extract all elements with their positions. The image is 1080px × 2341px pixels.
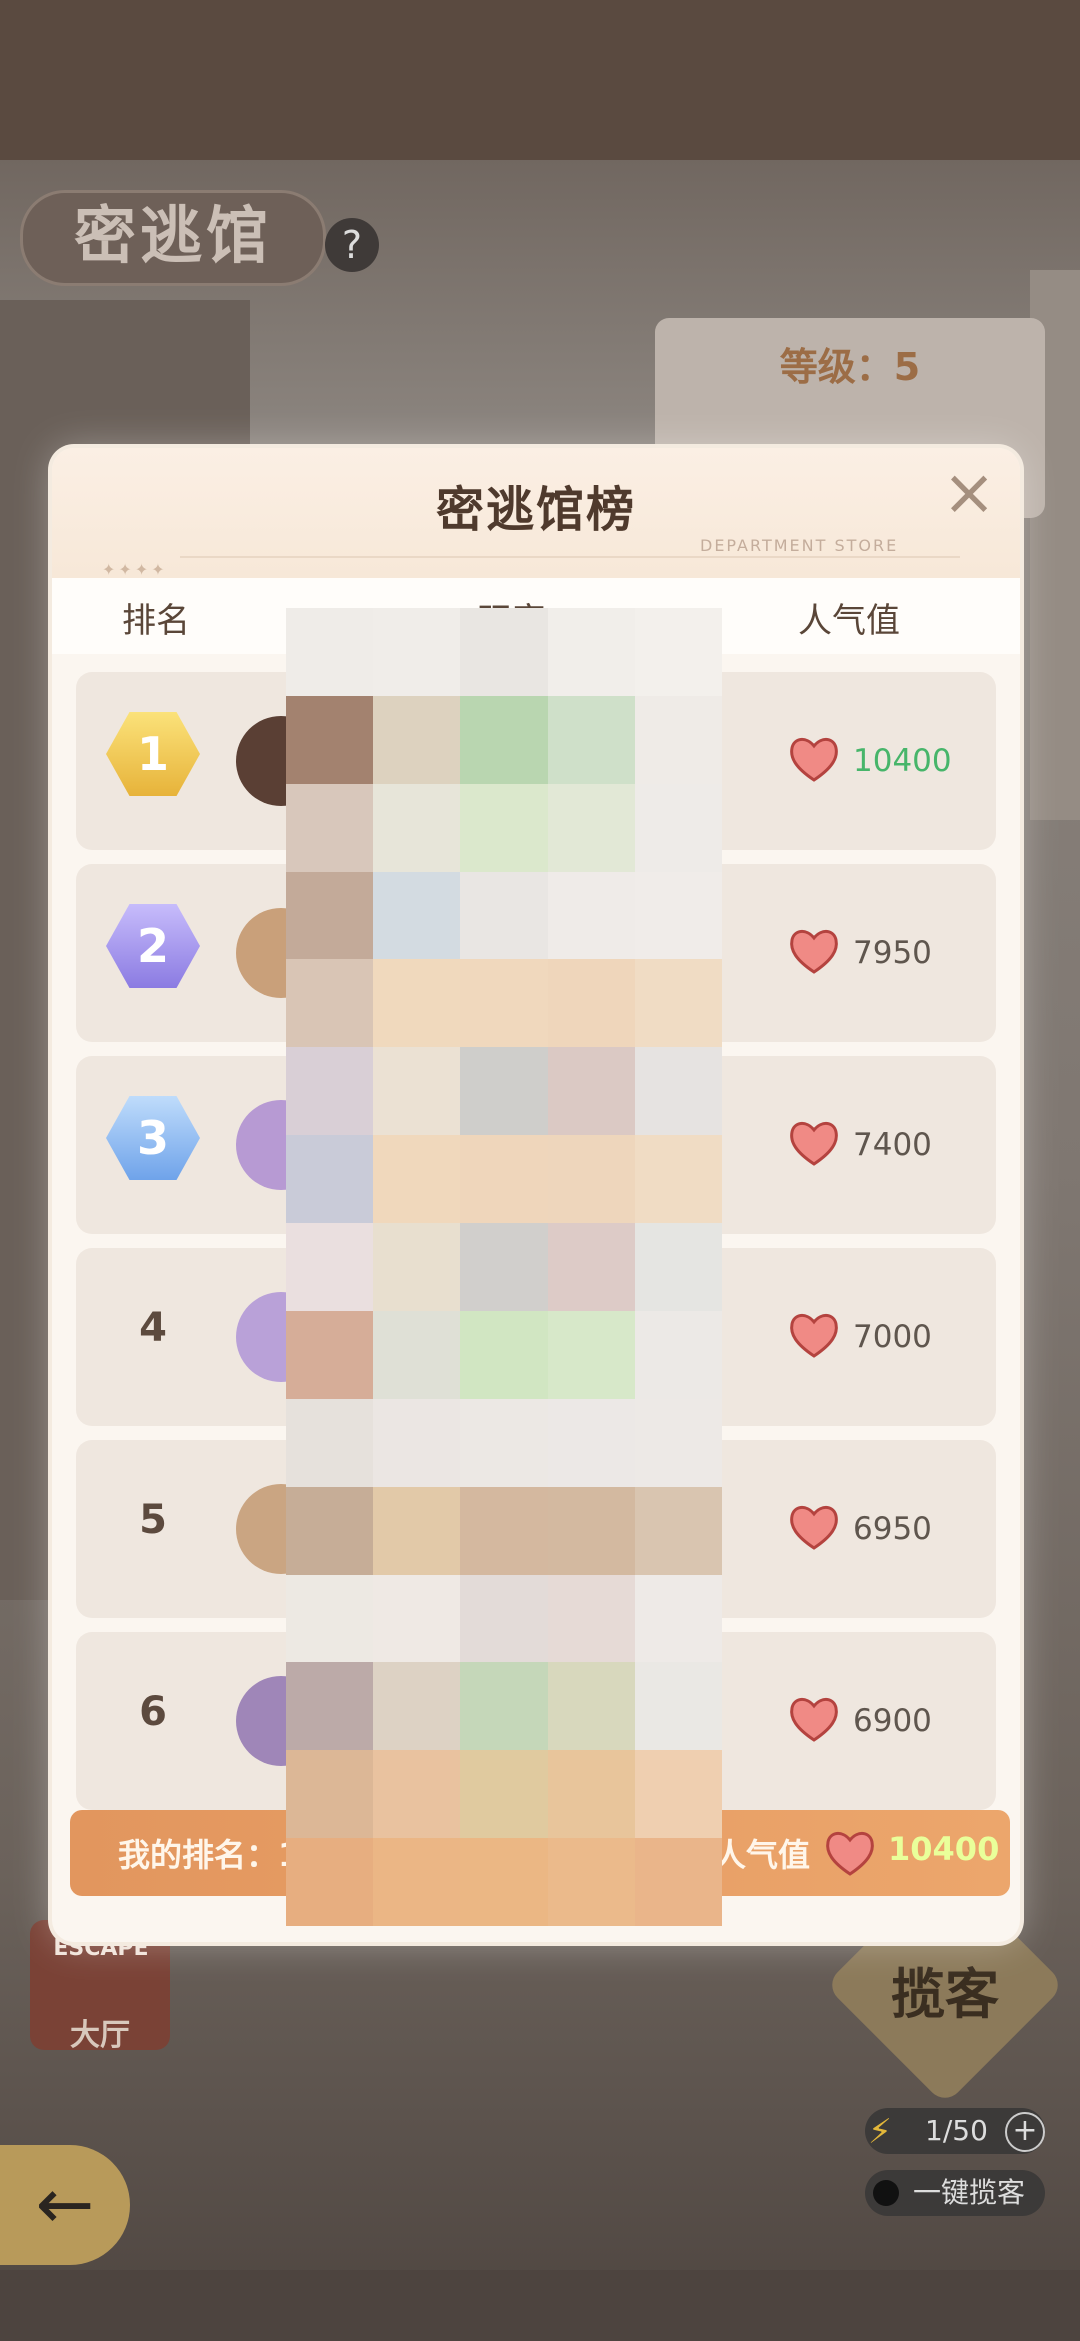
rank-number: 3: [136, 1111, 169, 1165]
top-banner: [0, 0, 1080, 160]
heart-icon: [790, 930, 838, 974]
header-divider: [180, 556, 960, 558]
close-icon[interactable]: ×: [942, 461, 996, 525]
dialog-subtitle: DEPARTMENT STORE: [700, 536, 899, 555]
row-score: 10400: [853, 743, 952, 779]
row-score: 7000: [853, 1319, 932, 1355]
rank-number: 6: [139, 1689, 167, 1735]
scene-title: 密逃馆: [20, 190, 326, 286]
toggle-icon[interactable]: [873, 2180, 899, 2206]
invite-customers-label: 揽客: [891, 1963, 999, 2026]
heart-icon: [790, 738, 838, 782]
heart-icon: [790, 1698, 838, 1742]
column-rank: 排名: [122, 601, 190, 641]
heart-icon: [790, 1122, 838, 1166]
add-energy-button[interactable]: +: [1005, 2112, 1045, 2152]
decorative-stars: ✦✦✦✦: [102, 560, 168, 579]
level-label: 等级：5: [779, 345, 921, 389]
bottom-bar: [0, 2270, 1080, 2341]
help-icon[interactable]: ?: [325, 218, 379, 272]
row-score: 7400: [853, 1127, 932, 1163]
lightning-icon: ⚡: [868, 2112, 892, 2152]
heart-icon: [790, 1314, 838, 1358]
heart-icon: [790, 1506, 838, 1550]
row-score: 7950: [853, 935, 932, 971]
column-popularity: 人气值: [798, 601, 900, 641]
heart-icon: [826, 1832, 874, 1876]
back-button[interactable]: ←: [0, 2145, 130, 2265]
my-popularity-label: 人气值: [714, 1836, 811, 1874]
rank-number: 2: [136, 919, 169, 973]
privacy-mosaic-overlay: [286, 608, 722, 1926]
dialog-title: 密逃馆榜: [435, 482, 636, 538]
rank-number: 4: [139, 1305, 167, 1351]
rank-number: 5: [139, 1497, 167, 1543]
row-score: 6950: [853, 1511, 932, 1547]
my-rank-label: 我的排名：1: [118, 1836, 301, 1874]
row-score: 6900: [853, 1703, 932, 1739]
lobby-label: 大厅: [70, 2018, 130, 2053]
my-score: 10400: [888, 1830, 1000, 1868]
rank-number: 1: [136, 727, 169, 781]
